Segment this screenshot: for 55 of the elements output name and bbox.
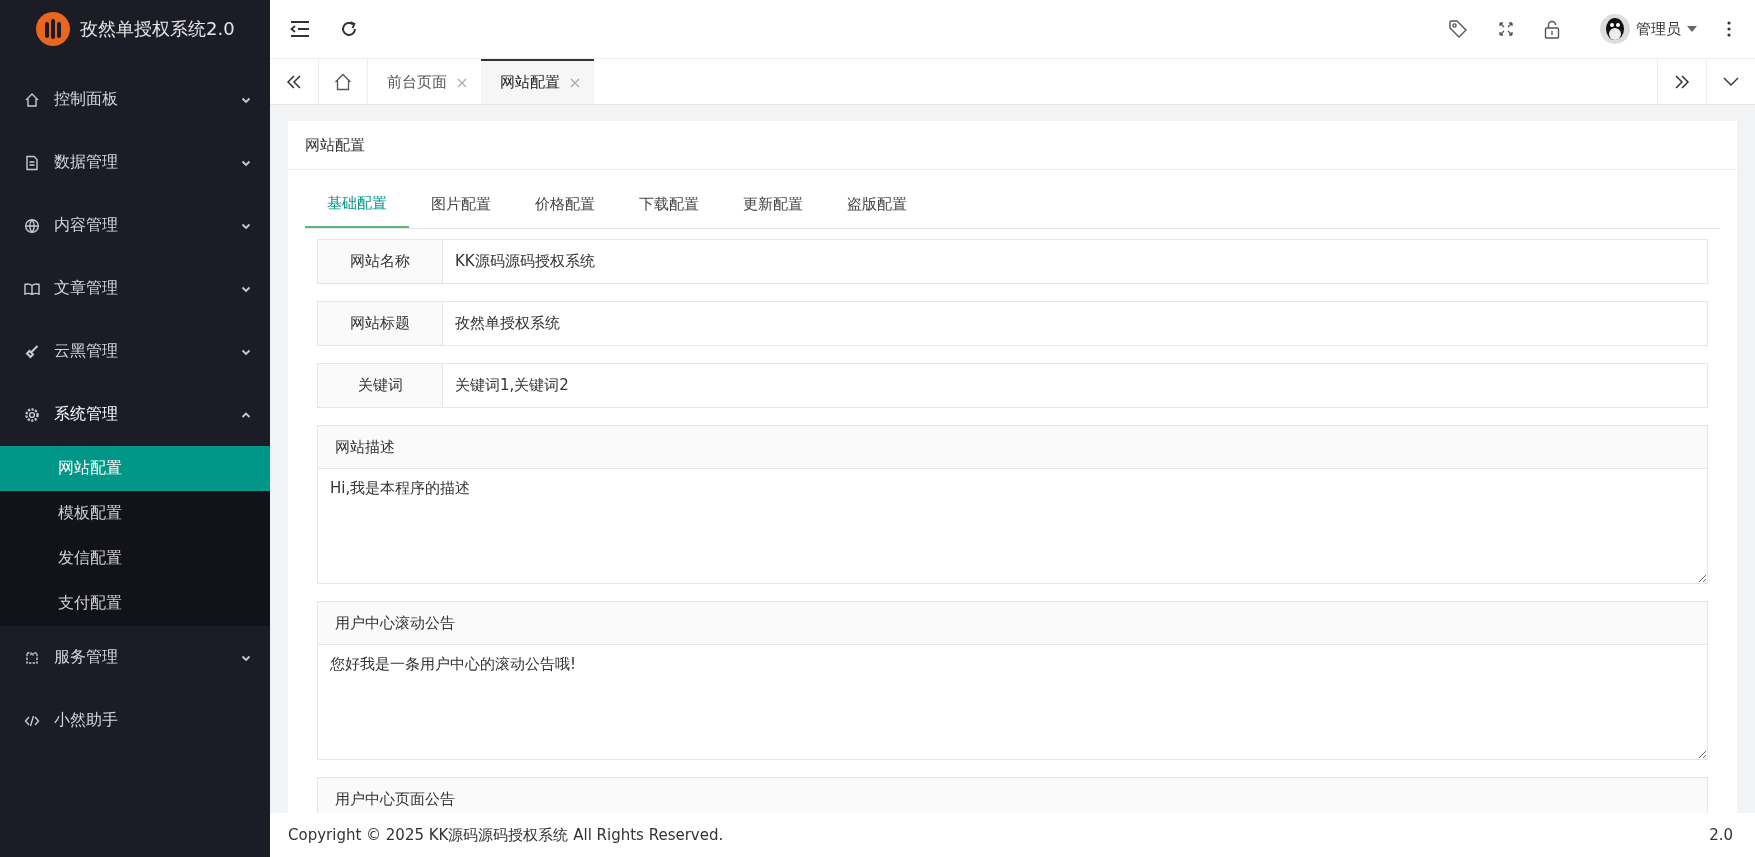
page-tab[interactable]: 前台页面 (368, 59, 481, 104)
home-icon (24, 91, 40, 108)
sidebar-item[interactable]: 小然助手 (0, 689, 270, 752)
sidebar-item[interactable]: 云黑管理 (0, 320, 270, 383)
avatar-icon (1600, 14, 1630, 44)
sidebar-item[interactable]: 服务管理 (0, 626, 270, 689)
sidebar-item[interactable]: 系统管理 (0, 383, 270, 446)
sidebar-item[interactable]: 控制面板 (0, 68, 270, 131)
fullscreen-icon[interactable] (1498, 21, 1514, 37)
brush-icon (24, 343, 40, 360)
field-label: 网站标题 (317, 301, 443, 346)
submenu-item[interactable]: 网站配置 (0, 446, 270, 491)
settings-tab[interactable]: 图片配置 (409, 180, 513, 228)
globe-icon (24, 217, 40, 234)
copyright-text: Copyright © 2025 KK源码源码授权系统 All Rights Reserved. (288, 825, 724, 845)
settings-tab[interactable]: 价格配置 (513, 180, 617, 228)
submenu-item[interactable]: 支付配置 (0, 581, 270, 626)
field-label: 网站描述 (317, 425, 1708, 469)
sidebar-item[interactable]: 内容管理 (0, 194, 270, 257)
gear-icon (24, 406, 40, 423)
collapse-menu-icon[interactable] (290, 20, 310, 38)
app-title: 孜然单授权系统2.0 (80, 17, 235, 41)
settings-tab[interactable]: 盗版配置 (825, 180, 929, 228)
caret-icon (1687, 26, 1697, 32)
input-field[interactable]: 孜然单授权系统 (443, 301, 1708, 346)
submenu-item[interactable]: 发信配置 (0, 536, 270, 581)
lock-icon[interactable] (1544, 19, 1560, 39)
text-area[interactable]: Hi,我是本程序的描述 (317, 469, 1708, 584)
page-tab[interactable]: 网站配置 (481, 59, 594, 104)
double-chevron-right-icon (1674, 73, 1690, 90)
field-label: 用户中心滚动公告 (317, 601, 1708, 645)
field-label: 关键词 (317, 363, 443, 408)
more-icon[interactable] (1727, 21, 1731, 37)
version-text: 2.0 (1709, 826, 1733, 844)
field-label: 网站名称 (317, 239, 443, 284)
logo-icon (36, 12, 70, 46)
user-menu[interactable]: 管理员 (1600, 14, 1697, 44)
chevron-down-icon (1723, 76, 1739, 87)
refresh-icon[interactable] (340, 20, 358, 38)
sidebar-item[interactable]: 数据管理 (0, 131, 270, 194)
tag-icon[interactable] (1448, 19, 1468, 39)
settings-tab[interactable]: 更新配置 (721, 180, 825, 228)
book-icon (24, 280, 40, 297)
settings-tab[interactable]: 下载配置 (617, 180, 721, 228)
home-icon (334, 72, 352, 91)
document-icon (24, 154, 40, 171)
card-title: 网站配置 (288, 121, 1737, 170)
sidebar-item[interactable]: 文章管理 (0, 257, 270, 320)
settings-tab[interactable]: 基础配置 (305, 180, 409, 228)
double-chevron-left-icon (286, 73, 302, 90)
text-area[interactable]: 您好我是一条用户中心的滚动公告哦! (317, 645, 1708, 760)
input-field[interactable]: 关键词1,关键词2 (443, 363, 1708, 408)
field-label: 用户中心页面公告 (317, 777, 1708, 813)
input-field[interactable]: KK源码源码授权系统 (443, 239, 1708, 284)
submenu-item[interactable]: 模板配置 (0, 491, 270, 536)
